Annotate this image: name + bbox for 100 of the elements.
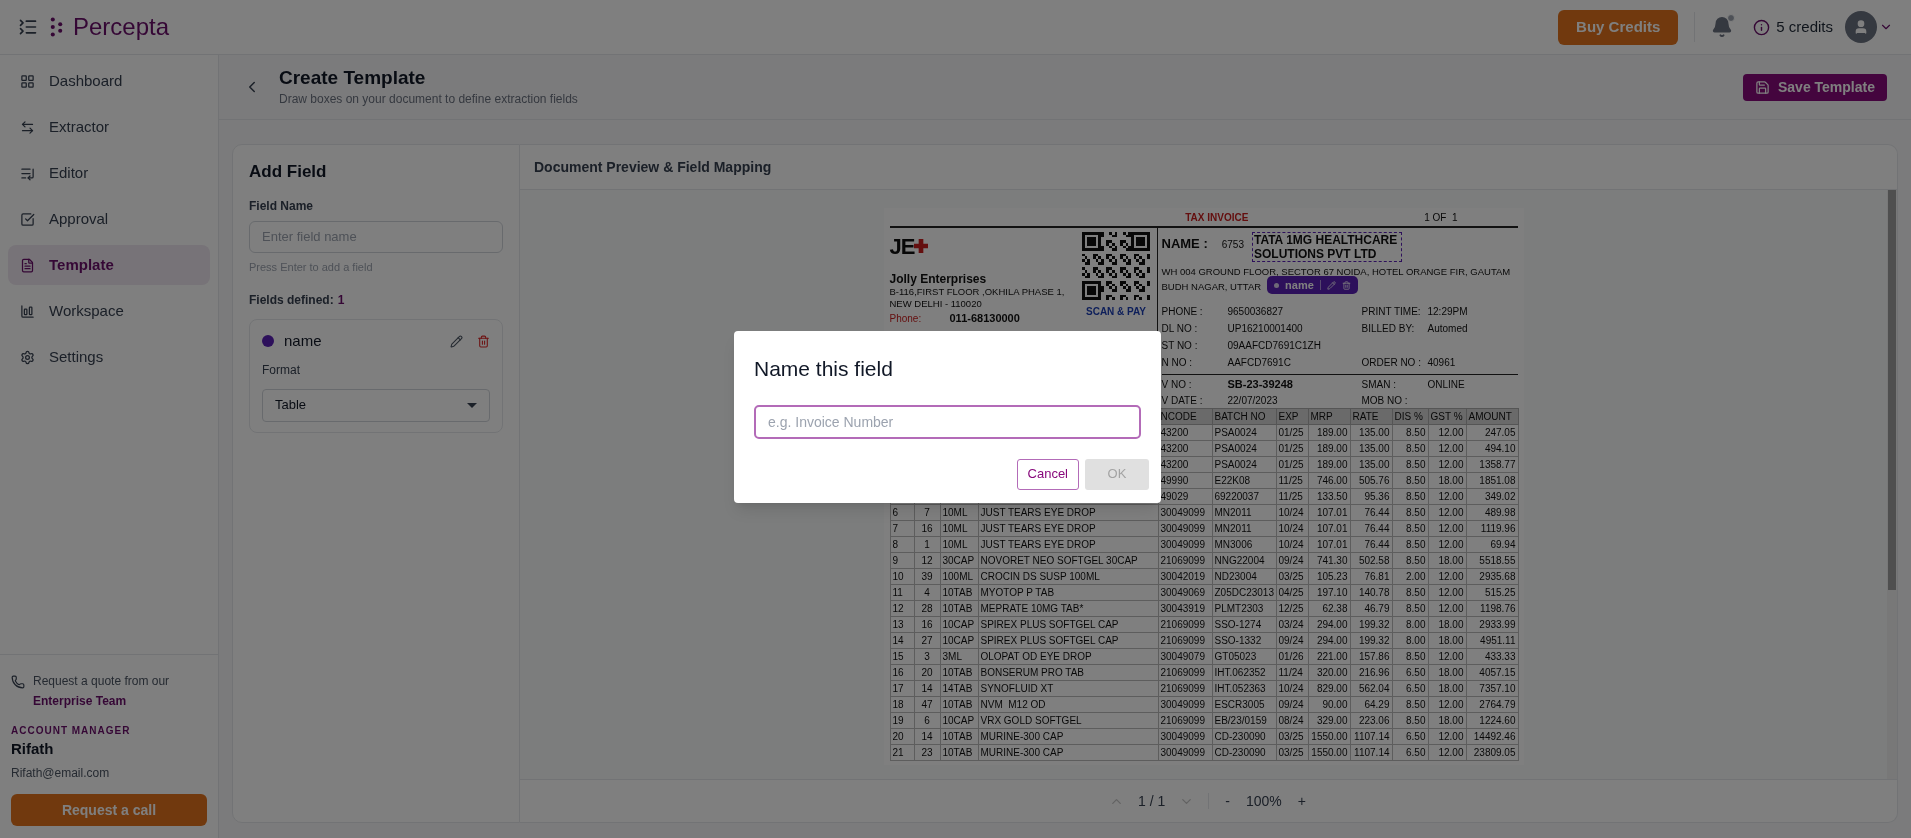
table-cell: 17 [890, 680, 914, 697]
customer-name: TATA 1MG HEALTHCARE SOLUTIONS PVT LTD [1251, 232, 1402, 262]
field-tag[interactable]: name [1267, 276, 1358, 294]
table-cell: 15 [890, 648, 914, 665]
table-cell: 247.05 [1466, 424, 1518, 441]
table-cell: MEPRATE 10MG TAB* [978, 600, 1158, 617]
table-cell: 6 [890, 504, 914, 521]
avatar[interactable] [1845, 11, 1877, 43]
sidebar-item[interactable]: Editor [8, 153, 210, 193]
table-cell: 489.98 [1466, 504, 1518, 521]
table-cell: 18.00 [1428, 712, 1466, 729]
table-cell: 1107.14 [1350, 728, 1392, 745]
table-cell: 12 [890, 600, 914, 617]
sidebar-item[interactable]: Template [8, 245, 210, 285]
table-cell: 107.01 [1308, 520, 1350, 537]
table-cell: 30043919 [1158, 600, 1212, 617]
arrows-icon [20, 119, 35, 135]
sidebar-item[interactable]: Settings [8, 337, 210, 377]
table-cell: 3ML [940, 648, 978, 665]
table-cell: 5518.55 [1466, 552, 1518, 569]
save-template-button[interactable]: Save Template [1743, 73, 1887, 101]
customer-address-line: BUDH NAGAR, UTTAR [1161, 279, 1262, 293]
table-cell: 23809.05 [1466, 744, 1518, 761]
table-cell: 12.00 [1428, 456, 1466, 473]
table-cell: 6 [914, 712, 940, 729]
table-cell: JUST TEARS EYE DROP [978, 536, 1158, 553]
table-cell: 11 [890, 584, 914, 601]
sidebar-item[interactable]: Extractor [8, 107, 210, 147]
detail-label: BILLED BY: [1361, 322, 1416, 335]
plus-icon [914, 239, 929, 253]
table-cell: BONSERUM PRO TAB [978, 664, 1158, 681]
sidebar-item[interactable]: Approval [8, 199, 210, 239]
table-cell: 223.06 [1350, 712, 1392, 729]
table-cell: 01/25 [1276, 424, 1308, 441]
detail-label: ORDER NO : [1361, 356, 1422, 369]
zoom-out-button[interactable]: - [1223, 790, 1232, 812]
table-cell: 107.01 [1308, 536, 1350, 553]
buy-credits-button[interactable]: Buy Credits [1558, 9, 1679, 45]
field-name-input[interactable]: e.g. Invoice Number [754, 404, 1141, 439]
list-icon [20, 165, 35, 181]
dropdown-caret-icon [467, 402, 477, 408]
cancel-button[interactable]: Cancel [1016, 458, 1079, 490]
table-cell: 09/24 [1276, 552, 1308, 569]
table-cell: SPIREX PLUS SOFTGEL CAP [978, 616, 1158, 633]
table-cell: 08/24 [1276, 712, 1308, 729]
request-call-button[interactable]: Request a call [11, 794, 207, 826]
table-cell: 12.00 [1428, 488, 1466, 505]
zoom-in-button[interactable]: + [1295, 790, 1308, 812]
table-cell: 95.36 [1350, 488, 1392, 505]
dialog-title: Name this field [754, 356, 894, 382]
table-cell: 10TAB [940, 728, 978, 745]
column-header: AMOUNT [1466, 408, 1518, 425]
table-cell: 62.38 [1308, 600, 1350, 617]
table-cell: 1224.60 [1466, 712, 1518, 729]
table-cell: MN3006 [1212, 536, 1276, 553]
format-select[interactable]: Table [262, 388, 490, 422]
sidebar-item[interactable]: Workspace [8, 291, 210, 331]
table-cell: PSA0024 [1212, 424, 1276, 441]
detail-value: ONLINE [1427, 377, 1465, 391]
document-icon [20, 257, 35, 273]
table-cell: 76.44 [1350, 520, 1392, 537]
table-cell: 12.00 [1428, 584, 1466, 601]
table-cell: 8.00 [1392, 616, 1428, 633]
table-cell: 69220037 [1212, 488, 1276, 505]
fields-defined-label: Fields defined: [249, 292, 334, 309]
table-cell: 140.78 [1350, 584, 1392, 601]
table-cell: VRX GOLD SOFTGEL [978, 712, 1158, 729]
table-cell: 03/25 [1276, 744, 1308, 761]
table-cell: 829.00 [1308, 680, 1350, 697]
table-cell: 133.50 [1308, 488, 1350, 505]
edit-icon[interactable] [450, 334, 463, 348]
table-cell: 157.86 [1350, 648, 1392, 665]
table-cell: PSA0024 [1212, 440, 1276, 457]
detail-value: 09AAFCD7691C1ZH [1227, 339, 1321, 352]
table-cell: 12.00 [1428, 648, 1466, 665]
table-cell: 12.00 [1428, 504, 1466, 521]
table-cell: 189.00 [1308, 456, 1350, 473]
table-cell: SYNOFLUID XT [978, 680, 1158, 697]
table-cell: 21069099 [1158, 712, 1212, 729]
menu-icon[interactable] [18, 17, 38, 37]
settings-icon [20, 349, 35, 365]
detail-label: DL NO : [1161, 322, 1199, 335]
table-cell: 2933.99 [1466, 616, 1518, 633]
table-cell: 01/26 [1276, 648, 1308, 665]
detail-value: 40961 [1427, 356, 1456, 369]
table-cell: 8.50 [1392, 520, 1428, 537]
table-cell: 18.00 [1428, 472, 1466, 489]
table-cell: IHT.052363 [1212, 680, 1276, 697]
table-cell: 1550.00 [1308, 744, 1350, 761]
notification-bell-icon[interactable] [1711, 16, 1734, 38]
table-cell: 562.04 [1350, 680, 1392, 697]
table-cell: 8.50 [1392, 456, 1428, 473]
table-cell: 8.50 [1392, 424, 1428, 441]
delete-icon[interactable] [477, 334, 490, 348]
table-cell: 216.96 [1350, 664, 1392, 681]
enterprise-team-link[interactable]: Enterprise Team [33, 690, 170, 711]
table-cell: 7 [890, 520, 914, 537]
scrollbar[interactable] [1887, 190, 1897, 779]
sidebar-item[interactable]: Dashboard [8, 61, 210, 101]
customer-code: 6753 [1221, 238, 1244, 252]
